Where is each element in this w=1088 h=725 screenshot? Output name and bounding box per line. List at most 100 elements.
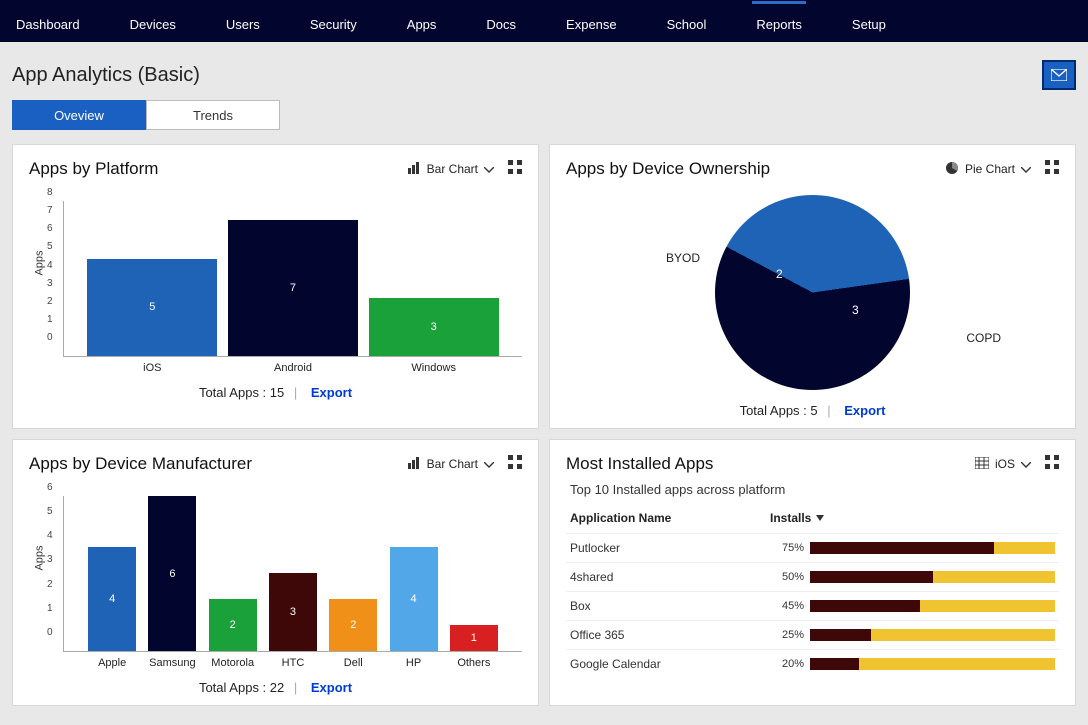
bar[interactable]: 4 xyxy=(390,547,438,651)
bar[interactable]: 6 xyxy=(148,496,196,651)
card-apps-by-platform: Apps by Platform Bar Chart Apps876543210… xyxy=(12,144,539,429)
progress-bar xyxy=(810,600,1055,612)
pie-label-byod: BYOD xyxy=(666,251,700,265)
bar-category-label: Dell xyxy=(344,657,363,669)
export-link[interactable]: Export xyxy=(844,403,885,418)
bar[interactable]: 2 xyxy=(209,599,257,651)
chart-type-label: Bar Chart xyxy=(427,457,478,471)
page-title: App Analytics (Basic) xyxy=(12,64,200,87)
chevron-down-icon xyxy=(1021,457,1031,471)
progress-bar xyxy=(810,542,1055,554)
chart-type-selector[interactable]: Bar Chart xyxy=(407,162,494,177)
export-link[interactable]: Export xyxy=(311,680,352,695)
bar-chart-icon xyxy=(407,457,421,472)
col-installs[interactable]: Installs xyxy=(770,511,830,525)
platform-filter[interactable]: iOS xyxy=(975,457,1031,472)
nav-security[interactable]: Security xyxy=(306,1,361,42)
app-name: Office 365 xyxy=(570,628,770,642)
bar[interactable]: 4 xyxy=(88,547,136,651)
app-name: Google Calendar xyxy=(570,657,770,671)
tab-bar: Oveview Trends xyxy=(0,100,1088,144)
bar-category-label: Motorola xyxy=(211,657,254,669)
grid-icon xyxy=(975,457,989,472)
bar[interactable]: 1 xyxy=(450,625,498,651)
table-row[interactable]: 4shared50% xyxy=(566,562,1059,591)
email-button[interactable] xyxy=(1042,60,1076,90)
install-pct: 25% xyxy=(770,629,810,641)
bar[interactable]: 2 xyxy=(329,599,377,651)
chevron-down-icon xyxy=(484,457,494,471)
chart-type-selector[interactable]: Bar Chart xyxy=(407,457,494,472)
top-nav: Dashboard Devices Users Security Apps Do… xyxy=(0,0,1088,42)
card-subtitle: Top 10 Installed apps across platform xyxy=(570,482,1059,497)
bar[interactable]: 3 xyxy=(269,573,317,651)
card-footer: Total Apps : 5 | Export xyxy=(566,397,1059,418)
nav-reports[interactable]: Reports xyxy=(752,1,806,42)
mail-icon xyxy=(1051,69,1067,81)
bar-category-label: Apple xyxy=(98,657,126,669)
app-name: Putlocker xyxy=(570,541,770,555)
card-most-installed-apps: Most Installed Apps iOS Top 10 Installed… xyxy=(549,439,1076,706)
bar-category-label: iOS xyxy=(143,362,161,374)
install-pct: 20% xyxy=(770,658,810,670)
bar[interactable]: 5 xyxy=(87,259,217,357)
progress-bar xyxy=(810,571,1055,583)
total-apps-label: Total Apps : 5 xyxy=(740,403,818,418)
chevron-down-icon xyxy=(1021,162,1031,176)
chart-type-label: Pie Chart xyxy=(965,162,1015,176)
nav-devices[interactable]: Devices xyxy=(126,1,180,42)
col-app-name[interactable]: Application Name xyxy=(570,511,770,525)
tab-trends[interactable]: Trends xyxy=(146,100,280,130)
page-header: App Analytics (Basic) xyxy=(0,42,1088,100)
bar-chart: Apps8765432105iOS7Android3Windows xyxy=(29,187,522,357)
progress-bar xyxy=(810,658,1055,670)
nav-setup[interactable]: Setup xyxy=(848,1,890,42)
nav-users[interactable]: Users xyxy=(222,1,264,42)
card-title: Apps by Device Manufacturer xyxy=(29,454,252,474)
install-pct: 45% xyxy=(770,600,810,612)
expand-icon[interactable] xyxy=(1045,455,1059,474)
pie-chart-icon xyxy=(945,161,959,178)
expand-icon[interactable] xyxy=(508,455,522,474)
export-link[interactable]: Export xyxy=(311,385,352,400)
tab-overview[interactable]: Oveview xyxy=(12,100,146,130)
bar[interactable]: 3 xyxy=(369,298,499,357)
bar-category-label: Samsung xyxy=(149,657,195,669)
bar-category-label: HTC xyxy=(282,657,305,669)
bar[interactable]: 7 xyxy=(228,220,358,357)
nav-dashboard[interactable]: Dashboard xyxy=(12,1,84,42)
pie-value-byod: 2 xyxy=(776,267,783,281)
nav-expense[interactable]: Expense xyxy=(562,1,621,42)
nav-apps[interactable]: Apps xyxy=(403,1,441,42)
card-footer: Total Apps : 15 | Export xyxy=(29,379,522,400)
expand-icon[interactable] xyxy=(1045,160,1059,179)
progress-bar xyxy=(810,629,1055,641)
card-title: Apps by Device Ownership xyxy=(566,159,770,179)
table-row[interactable]: Google Calendar20% xyxy=(566,649,1059,678)
bar-category-label: Others xyxy=(457,657,490,669)
total-apps-label: Total Apps : 15 xyxy=(199,385,284,400)
card-footer: Total Apps : 22 | Export xyxy=(29,674,522,695)
chart-type-selector[interactable]: Pie Chart xyxy=(945,161,1031,178)
chart-type-label: Bar Chart xyxy=(427,162,478,176)
table-row[interactable]: Office 36525% xyxy=(566,620,1059,649)
chevron-down-icon xyxy=(484,162,494,176)
pie-chart: BYOD COPD 2 3 xyxy=(566,187,1059,397)
nav-school[interactable]: School xyxy=(663,1,711,42)
table-row[interactable]: Box45% xyxy=(566,591,1059,620)
bar-chart-icon xyxy=(407,162,421,177)
card-apps-by-manufacturer: Apps by Device Manufacturer Bar Chart Ap… xyxy=(12,439,539,706)
nav-docs[interactable]: Docs xyxy=(482,1,520,42)
install-pct: 75% xyxy=(770,542,810,554)
pie-label-copd: COPD xyxy=(966,331,1001,345)
bar-category-label: Windows xyxy=(411,362,456,374)
install-pct: 50% xyxy=(770,571,810,583)
bar-category-label: Android xyxy=(274,362,312,374)
total-apps-label: Total Apps : 22 xyxy=(199,680,284,695)
table-row[interactable]: Putlocker75% xyxy=(566,533,1059,562)
card-title: Apps by Platform xyxy=(29,159,158,179)
table-header: Application Name Installs xyxy=(566,503,1059,533)
table-body: Putlocker75%4shared50%Box45%Office 36525… xyxy=(566,533,1059,678)
expand-icon[interactable] xyxy=(508,160,522,179)
bar-chart: Apps65432104Apple6Samsung2Motorola3HTC2D… xyxy=(29,482,522,652)
